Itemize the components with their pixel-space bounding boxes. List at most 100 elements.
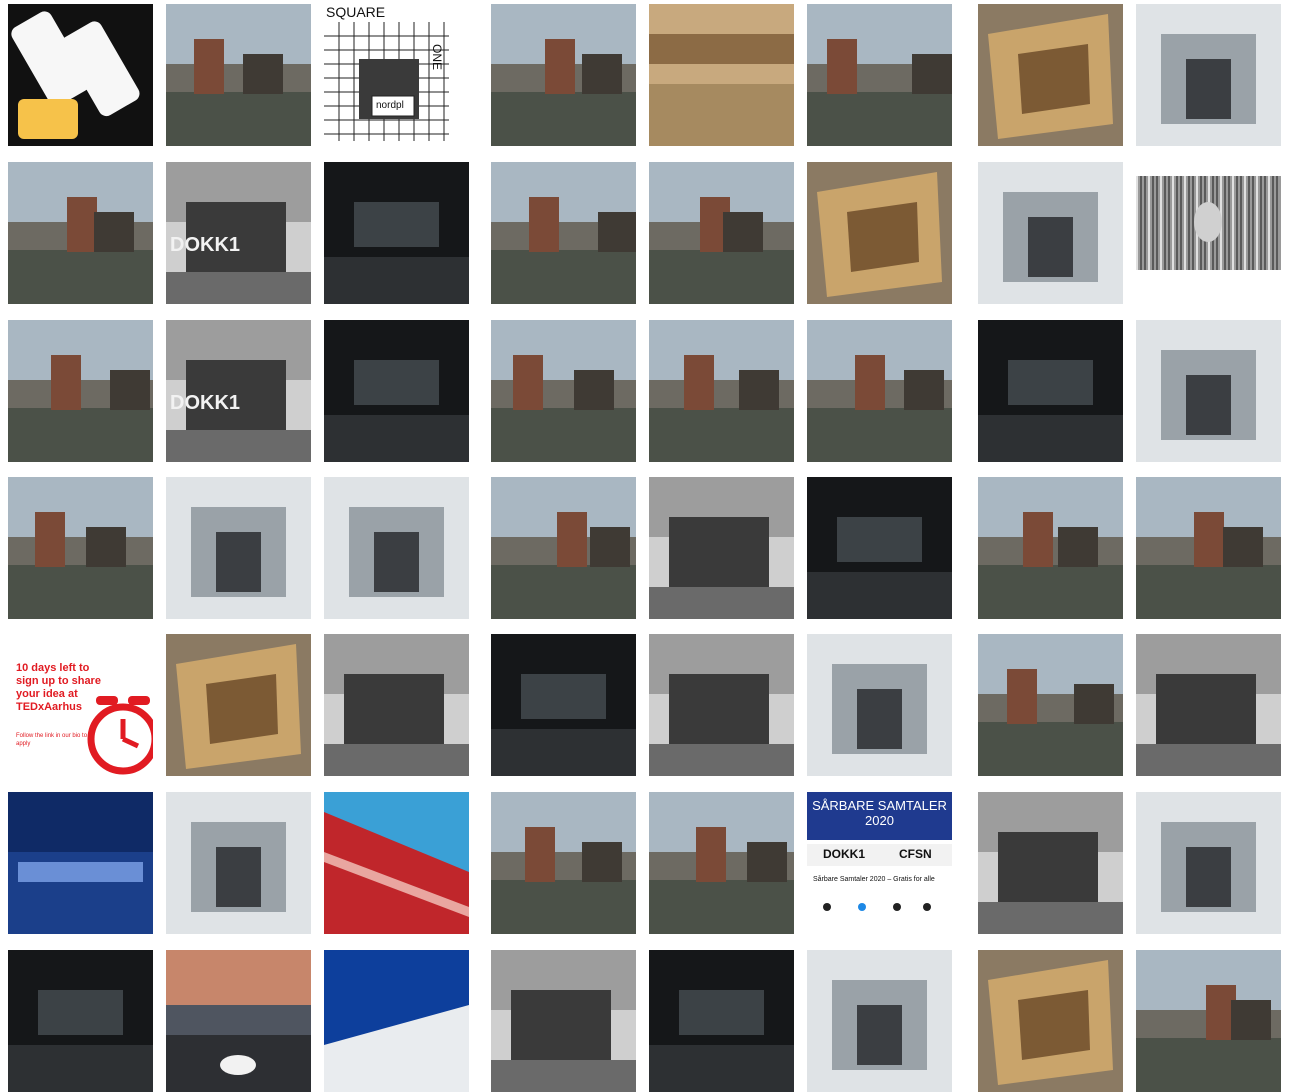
tile-image	[166, 634, 311, 776]
tile-image	[807, 4, 952, 146]
tile-image	[807, 162, 952, 304]
tile-image	[807, 320, 952, 462]
photo-tile-tugboat[interactable]	[1136, 320, 1281, 462]
photo-tile-balcony-fog[interactable]	[1136, 792, 1281, 934]
photo-tile-robot-toys[interactable]	[1136, 4, 1281, 146]
photo-tile-harbour-portrait[interactable]	[166, 4, 311, 146]
photo-tile-child-deck[interactable]	[978, 950, 1123, 1092]
photo-tile-square-one[interactable]: SQUARE ONE nordpl	[324, 4, 469, 146]
tile-image	[649, 634, 794, 776]
tile-image	[166, 162, 311, 304]
tile-image	[978, 4, 1123, 146]
photo-tile-tedx-poster[interactable]: 10 days left to sign up to share your id…	[8, 634, 153, 776]
tile-image	[491, 320, 636, 462]
photo-tile-dokk1-bw-2[interactable]: DOKK1	[166, 320, 311, 462]
photo-tile-racecourse-1[interactable]	[649, 477, 794, 619]
photo-tile-plywood-box[interactable]	[978, 4, 1123, 146]
photo-tile-dokk1-exterior[interactable]	[649, 320, 794, 462]
tile-image	[491, 634, 636, 776]
photo-tile-toddler[interactable]	[491, 950, 636, 1092]
photo-tile-bikes-pile[interactable]	[807, 950, 952, 1092]
photo-tile-guitar-bw-1[interactable]	[1136, 634, 1281, 776]
photo-tile-atrium[interactable]	[166, 634, 311, 776]
photo-tile-city-night[interactable]	[8, 792, 153, 934]
photo-tile-tram[interactable]	[978, 320, 1123, 462]
tile-image	[491, 162, 636, 304]
tile-image	[807, 477, 952, 619]
photo-tile-dark-hall-1[interactable]	[324, 162, 469, 304]
tile-image	[324, 792, 469, 934]
tile-image	[166, 477, 311, 619]
photo-tile-dokk1-bw-1[interactable]: DOKK1	[166, 162, 311, 304]
photo-tile-eagle-sculpture[interactable]	[491, 320, 636, 462]
photo-tile-night-stage[interactable]	[491, 634, 636, 776]
photo-tile-grey-street[interactable]	[324, 634, 469, 776]
photo-tile-wooden-stairs[interactable]	[807, 162, 952, 304]
tile-image	[649, 4, 794, 146]
tile-image	[978, 792, 1123, 934]
photo-tile-slide-sculpture[interactable]	[649, 162, 794, 304]
tile-image	[166, 4, 311, 146]
photo-tile-crowd[interactable]	[491, 4, 636, 146]
tile-image	[8, 950, 153, 1092]
photo-tile-library-neon[interactable]	[649, 950, 794, 1092]
tile-image	[1136, 320, 1281, 462]
photo-tile-app-mockup[interactable]	[8, 4, 153, 146]
photo-tile-racecourse-2[interactable]	[649, 634, 794, 776]
tile-image	[649, 950, 794, 1092]
photo-tile-playground-sculpture[interactable]	[807, 4, 952, 146]
tile-image	[649, 320, 794, 462]
tedx-subtext: Follow the link in our bio to apply	[16, 733, 88, 747]
photo-tile-parade[interactable]	[807, 320, 952, 462]
tile-image	[324, 950, 469, 1092]
photo-tile-camo-wall[interactable]	[978, 477, 1123, 619]
tile-image	[1136, 162, 1281, 304]
tile-image	[8, 792, 153, 934]
photo-tile-harbour-view-1[interactable]	[491, 162, 636, 304]
tile-image	[649, 477, 794, 619]
event-logo-dokk1: DOKK1	[823, 847, 866, 861]
photo-tile-sunset-dokk1[interactable]	[166, 950, 311, 1092]
dokk1-sign: DOKK1	[170, 234, 241, 256]
photo-tile-dormer-roof[interactable]	[8, 950, 153, 1092]
photo-tile-ornate-ceiling[interactable]	[807, 477, 952, 619]
photo-tile-wedding[interactable]	[166, 477, 311, 619]
photo-tile-barcode-face[interactable]	[1136, 162, 1281, 304]
photo-tile-wine-sculpture[interactable]	[978, 634, 1123, 776]
image-grid: SQUARE ONE nordpl DOKK1 DOKK1 10 days left to…	[0, 0, 1290, 1092]
tile-image	[8, 320, 153, 462]
event-logo-cfsn: CFSN	[899, 847, 932, 861]
tile-image	[324, 162, 469, 304]
tile-image	[324, 477, 469, 619]
photo-tile-red-facade[interactable]	[324, 792, 469, 934]
photo-tile-bird-installation[interactable]	[324, 477, 469, 619]
photo-tile-harbour-view-2[interactable]	[491, 792, 636, 934]
photo-tile-book-table[interactable]	[1136, 950, 1281, 1092]
photo-tile-bench-statue-2[interactable]	[8, 320, 153, 462]
tile-image	[324, 634, 469, 776]
tedx-headline: 10 days left to sign up to share your id…	[16, 662, 101, 713]
photo-tile-dokk1-hazy[interactable]	[807, 634, 952, 776]
tile-image	[491, 477, 636, 619]
tile-image	[491, 950, 636, 1092]
photo-tile-dokk1-roof[interactable]	[166, 792, 311, 934]
photo-tile-guitar-bw-2[interactable]	[978, 792, 1123, 934]
photo-tile-dark-hall-2[interactable]	[324, 320, 469, 462]
photo-tile-bench-statue-1[interactable]	[8, 162, 153, 304]
tile-image	[166, 320, 311, 462]
square-one-title: SQUARE	[326, 4, 386, 20]
square-one-vertical-text: ONE	[430, 44, 444, 71]
tile-image	[649, 162, 794, 304]
tile-image	[1136, 950, 1281, 1092]
photo-tile-window-chairs[interactable]	[491, 477, 636, 619]
photo-tile-selfie[interactable]	[649, 792, 794, 934]
tile-image	[1136, 634, 1281, 776]
tile-image	[1136, 477, 1281, 619]
photo-tile-event-card[interactable]: SÅRBARE SAMTALER 2020 DOKK1 CFSN Sårbare Sa…	[807, 792, 952, 934]
photo-tile-shoreline[interactable]	[8, 477, 153, 619]
photo-tile-hooded-woman[interactable]	[978, 162, 1123, 304]
photo-tile-vintage-harbour[interactable]	[649, 4, 794, 146]
photo-tile-blue-sky-roof[interactable]	[324, 950, 469, 1092]
tile-image	[8, 162, 153, 304]
photo-tile-chess-game[interactable]	[1136, 477, 1281, 619]
